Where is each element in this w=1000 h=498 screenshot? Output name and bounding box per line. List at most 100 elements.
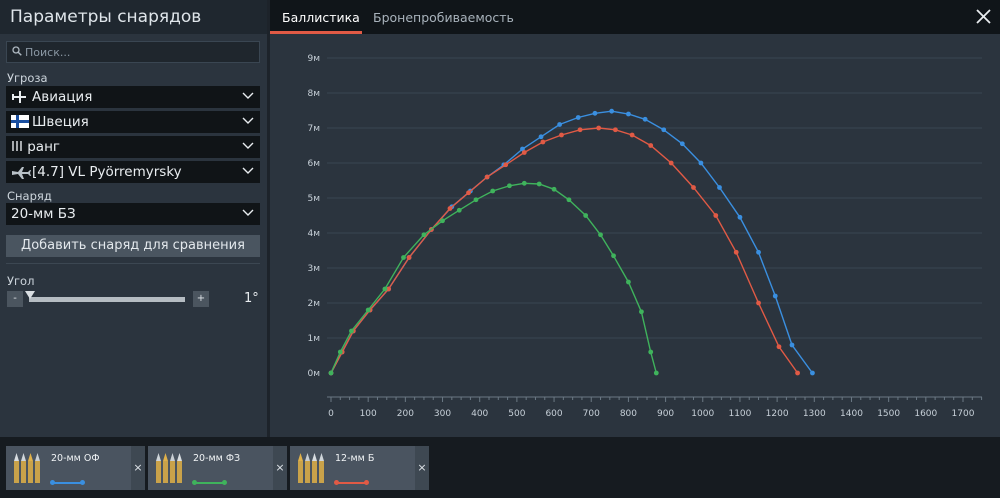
trajectory-point-red [503,162,509,168]
angle-decrease-button[interactable]: - [7,291,23,307]
x-tick-label: 100 [360,409,377,419]
swatch-dot [222,480,227,485]
trajectory-point-green [456,207,462,213]
trajectory-point-green [349,328,354,334]
x-tick-label: 1700 [952,409,975,419]
trajectory-point-green [421,232,427,238]
trajectory-point-blue [609,108,615,114]
tab-penetration[interactable]: Бронепробиваемость [373,10,514,25]
trajectory-point-red [559,132,564,138]
trajectory-point-red [691,185,696,190]
swatch-dot [192,480,197,485]
remove-shell-button[interactable]: × [273,446,287,490]
vehicle-select[interactable]: [4.7] VL Pyörremyrsky [6,161,260,183]
chevron-down-icon [242,167,254,174]
trajectory-point-blue [698,160,704,166]
trajectory-point-green [583,213,589,218]
y-tick-label: 5м [307,194,320,204]
shell-card[interactable]: 20-мм ОФ × [6,446,145,490]
shell-card-label: 20-мм ОФ [51,453,100,464]
close-icon[interactable] [975,8,992,25]
trajectory-point-red [466,190,471,196]
trajectory-point-green [639,309,644,315]
trajectory-point-green [401,255,406,260]
trajectory-point-red [540,139,546,145]
swatch-dot [364,480,369,485]
trajectory-point-blue [737,214,743,220]
trajectory-line-blue [330,110,813,374]
x-tick-label: 600 [545,409,562,419]
trajectory-point-blue [789,342,795,348]
trajectory-point-green [490,188,496,194]
slider-handle[interactable] [25,291,35,301]
series-color-swatch [334,480,369,485]
trajectory-point-red [713,213,719,218]
remove-shell-button[interactable]: × [415,446,429,490]
trajectory-point-green [365,307,371,313]
x-tick-label: 1300 [803,409,826,419]
trajectory-point-green [598,232,603,238]
trajectory-point-green [473,197,479,203]
x-tick-label: 400 [471,409,488,419]
trajectory-point-blue [557,122,563,127]
trajectory-point-red [648,143,654,148]
trajectory-point-red [668,160,674,166]
x-tick-label: 200 [397,409,414,419]
chevron-down-icon [242,142,254,149]
angle-slider[interactable] [29,297,185,302]
finland-flag-icon [11,115,29,128]
rank-value: III ранг [11,139,60,155]
tab-ballistics[interactable]: Баллистика [282,10,360,25]
trajectory-point-blue [717,185,722,190]
trajectory-point-green [536,181,542,187]
y-tick-label: 7м [307,124,320,134]
ammo-belt-icon [156,453,182,483]
angle-label: Угол [7,274,35,288]
trajectory-point-green [328,370,334,376]
trajectory-point-blue [592,110,598,116]
trajectory-point-blue [626,111,631,117]
trajectory-point-green [653,370,659,376]
trajectory-point-blue [679,141,685,147]
trajectory-point-green [611,253,616,259]
shell-parameters-panel: Параметры снарядов Поиск... Угроза Авиац… [0,0,267,437]
search-input[interactable]: Поиск... [6,41,260,63]
country-select[interactable]: Швеция [6,111,260,133]
trajectory-point-red [447,206,453,211]
add-shell-button[interactable]: Добавить снаряд для сравнения [6,235,260,257]
ammo-belt-icon [14,453,40,483]
aircraft-icon [12,91,26,103]
trajectory-point-green [521,180,527,186]
shell-card[interactable]: 12-мм Б × [290,446,429,490]
vehicle-value: [4.7] VL Pyörremyrsky [32,164,182,180]
x-tick-label: 300 [434,409,451,419]
trajectory-line-red [330,127,799,374]
remove-shell-button[interactable]: × [131,446,145,490]
y-tick-label: 0м [307,369,320,379]
threat-select[interactable]: Авиация [6,86,260,108]
tab-bar: Баллистика Бронепробиваемость [270,0,1000,34]
swatch-dot [80,480,85,485]
x-tick-label: 500 [508,409,525,419]
shell-card[interactable]: 20-мм ФЗ × [148,446,287,490]
trajectory-point-red [795,370,800,376]
trajectory-point-green [648,349,654,355]
angle-increase-button[interactable]: + [193,291,209,307]
trajectory-point-blue [810,370,815,376]
swatch-dot [50,480,55,485]
country-value: Швеция [32,114,89,130]
trajectory-point-red [733,249,739,255]
rank-select[interactable]: III ранг [6,136,260,158]
trajectory-point-red [406,255,412,260]
threat-label: Угроза [7,71,48,85]
y-tick-label: 6м [307,159,320,169]
shell-select[interactable]: 20-мм БЗ [6,203,260,225]
y-tick-label: 4м [307,229,320,239]
trajectory-point-red [629,132,635,138]
chevron-down-icon [242,209,254,216]
trajectory-point-blue [756,249,761,255]
trajectory-line-green [330,182,657,374]
trajectory-point-green [566,197,572,203]
trajectory-point-blue [538,134,544,140]
trajectory-point-green [337,349,343,355]
